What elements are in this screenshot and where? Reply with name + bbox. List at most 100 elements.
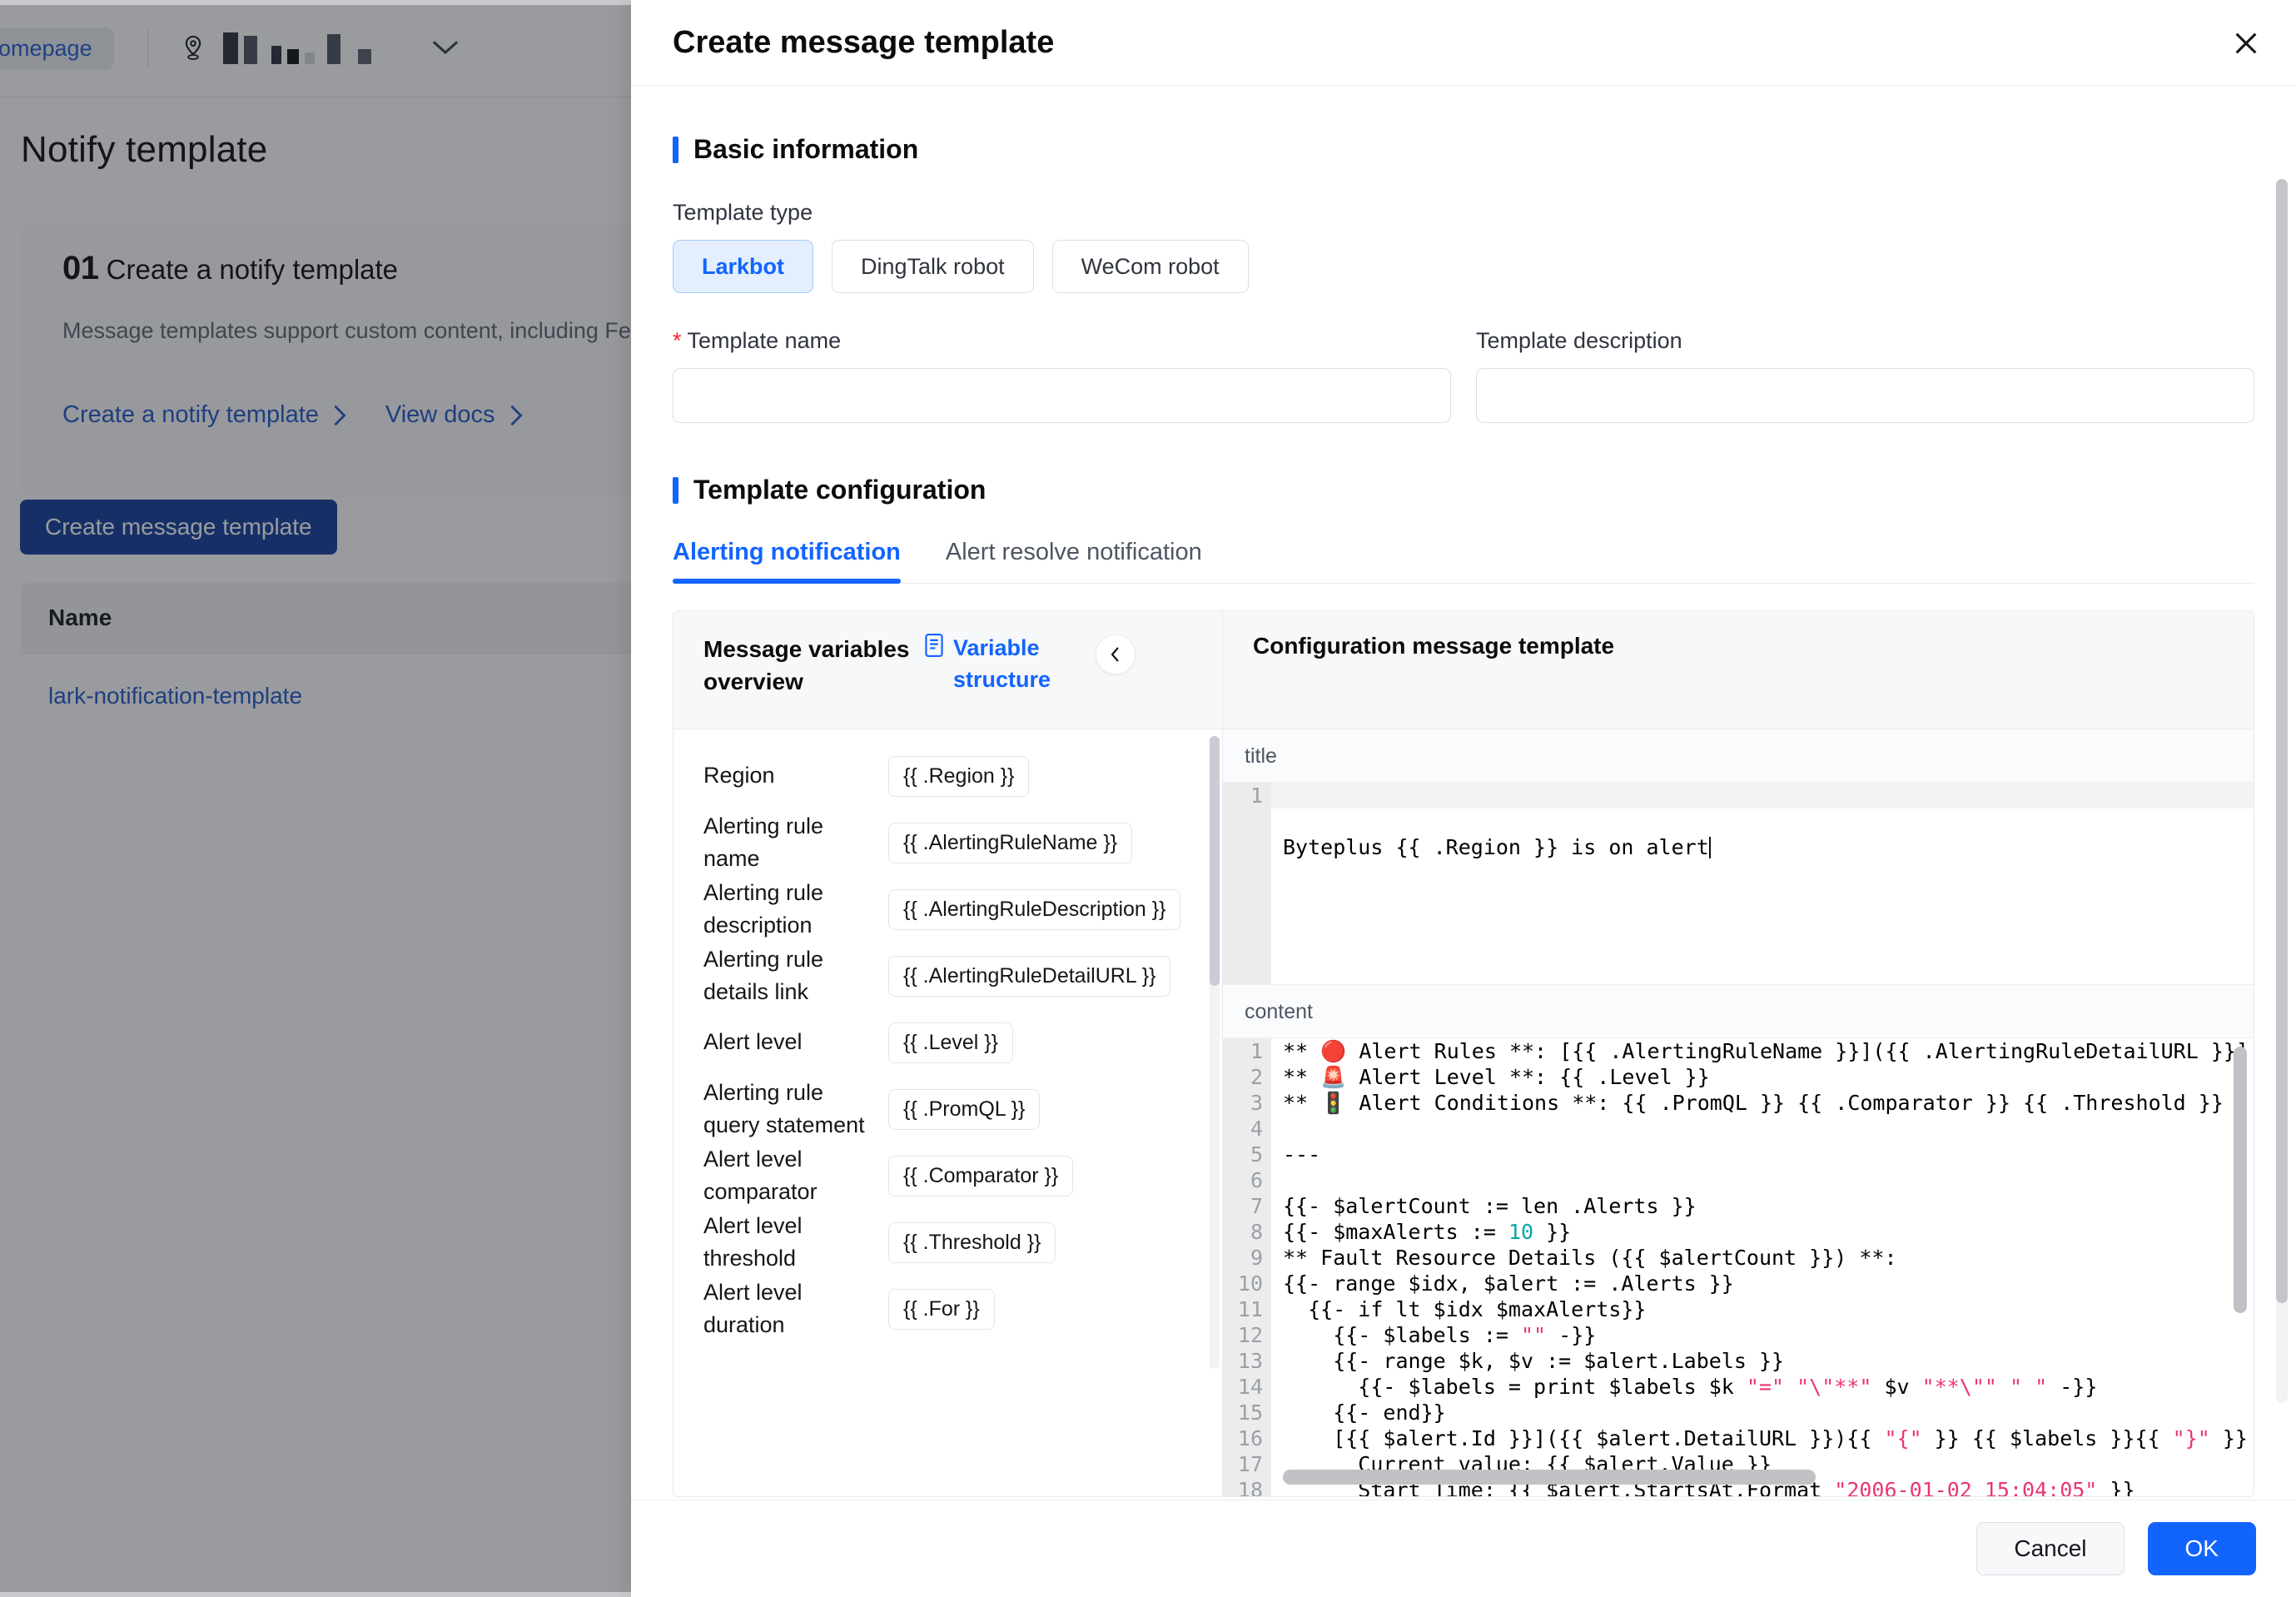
variable-token[interactable]: {{ .PromQL }} [888, 1088, 1041, 1130]
code-line: ** 🚨 Alert Level **: {{ .Level }} [1283, 1065, 1710, 1089]
variable-token[interactable]: {{ .Region }} [888, 755, 1030, 797]
content-editor-lines: ** 🔴 Alert Rules **: [{{ .AlertingRuleNa… [1271, 1038, 2254, 1496]
line-number: 17 [1237, 1452, 1263, 1476]
line-number: 12 [1237, 1323, 1263, 1347]
content-editor-label: content [1223, 985, 2254, 1038]
variable-label: Alert level duration [703, 1279, 803, 1337]
code-line: ** 🔴 Alert Rules **: [{{ .AlertingRuleNa… [1283, 1039, 2249, 1063]
variable-label: Alerting rule name [703, 813, 824, 871]
line-number: 13 [1237, 1349, 1263, 1373]
code-line: {{- $labels = print $labels $k "=" "\"**… [1283, 1375, 2098, 1399]
template-type-wecom-robot[interactable]: WeCom robot [1051, 240, 1249, 293]
line-number: 11 [1237, 1297, 1263, 1321]
template-name-input[interactable] [673, 368, 1451, 423]
code-line: {{- if lt $idx $maxAlerts}} [1283, 1297, 1647, 1321]
template-type-larkbot[interactable]: Larkbot [673, 240, 814, 293]
variable-token[interactable]: {{ .For }} [888, 1288, 995, 1330]
variable-token[interactable]: {{ .AlertingRuleDescription }} [888, 888, 1181, 930]
title-editor-label: title [1223, 729, 2254, 783]
text-cursor [1708, 837, 1711, 858]
list-item: Alert level {{ .Level }} [673, 1009, 1222, 1076]
variable-label: Alerting rule details link [703, 946, 824, 1004]
configuration-template-pane: Configuration message template title 1 B… [1223, 611, 2254, 1496]
template-description-input[interactable] [1476, 368, 2254, 423]
list-item: Alerting rule query statement {{ .PromQL… [673, 1076, 1222, 1142]
line-number: 10 [1237, 1271, 1263, 1296]
cancel-button[interactable]: Cancel [1976, 1522, 2125, 1575]
title-editor-gutter: 1 [1223, 783, 1271, 984]
variable-structure-label: Variable structure [953, 635, 1051, 692]
line-number: 15 [1237, 1400, 1263, 1425]
code-line: {{- range $idx, $alert := .Alerts }} [1283, 1271, 1734, 1296]
modal-header: Create message template [631, 0, 2296, 86]
title-editor[interactable]: 1 Byteplus {{ .Region }} is on alert [1223, 783, 2254, 985]
list-item: Region {{ .Region }} [673, 743, 1222, 809]
list-item: Alert level duration {{ .For }} [673, 1276, 1222, 1342]
line-number: 7 [1250, 1194, 1263, 1218]
variable-token[interactable]: {{ .AlertingRuleName }} [888, 822, 1133, 863]
line-number: 16 [1237, 1426, 1263, 1450]
code-line: ** 🚦 Alert Conditions **: {{ .PromQL }} … [1283, 1091, 2249, 1115]
variable-label: Alerting rule query statement [703, 1079, 865, 1137]
variable-label: Alert level threshold [703, 1212, 803, 1271]
section-basic-information: Basic information [673, 134, 2254, 165]
line-number: 5 [1250, 1142, 1263, 1167]
line-number: 3 [1250, 1091, 1263, 1115]
variables-scrollbar[interactable] [1210, 736, 1220, 1369]
variable-token[interactable]: {{ .Comparator }} [888, 1155, 1074, 1197]
title-editor-lines: Byteplus {{ .Region }} is on alert [1271, 783, 2254, 984]
list-item: Alert level threshold {{ .Threshold }} [673, 1209, 1222, 1276]
modal-overlay[interactable] [0, 0, 633, 1597]
variable-token[interactable]: {{ .Level }} [888, 1022, 1014, 1063]
variable-token[interactable]: {{ .Threshold }} [888, 1221, 1056, 1263]
content-editor[interactable]: 12345678910111213141516171819 ** 🔴 Alert… [1223, 1038, 2254, 1496]
line-number: 1 [1250, 1039, 1263, 1063]
code-line: {{- $labels := "" -}} [1283, 1323, 1597, 1347]
close-icon[interactable] [2226, 23, 2266, 63]
template-type-label: Template type [673, 200, 813, 225]
ok-button[interactable]: OK [2147, 1522, 2256, 1575]
modal-body: Basic information Template type Larkbot … [631, 86, 2296, 1500]
list-item: Alert level comparator {{ .Comparator }} [673, 1142, 1222, 1209]
template-type-group: Template type Larkbot DingTalk robot WeC… [673, 200, 2254, 293]
variable-label: Region [703, 763, 775, 789]
line-number: 6 [1250, 1168, 1263, 1192]
variable-label: Alerting rule description [703, 879, 824, 938]
modal-scrollbar[interactable] [2276, 179, 2288, 1403]
modal-footer: Cancel OK [631, 1500, 2296, 1597]
line-number: 4 [1250, 1117, 1263, 1141]
list-item: Alerting rule name {{ .AlertingRuleName … [673, 809, 1222, 876]
list-item: Alerting rule details link {{ .AlertingR… [673, 943, 1222, 1009]
modal-title: Create message template [673, 24, 1055, 60]
code-line: {{- $maxAlerts := 10 }} [1283, 1220, 1572, 1244]
template-description-label: Template description [1476, 328, 1682, 353]
code-line: --- [1283, 1142, 1321, 1167]
content-horizontal-scrollbar[interactable] [1283, 1470, 2165, 1485]
tab-alerting-notification[interactable]: Alerting notification [673, 539, 901, 584]
variable-label: Alert level [703, 1029, 803, 1055]
line-number: 8 [1250, 1220, 1263, 1244]
tab-alert-resolve-notification[interactable]: Alert resolve notification [946, 539, 1202, 583]
template-name-label: Template name [673, 328, 1451, 354]
line-number: 9 [1250, 1246, 1263, 1270]
document-icon [923, 633, 945, 696]
message-variables-list[interactable]: Region {{ .Region }} Alerting rule name … [673, 729, 1222, 1496]
content-vertical-scrollbar[interactable] [2234, 1047, 2247, 1496]
variable-label: Alert level comparator [703, 1146, 818, 1204]
variable-structure-link[interactable]: Variable structure [923, 633, 1077, 696]
code-line: {{- end}} [1283, 1400, 1446, 1425]
config-tabs: Alerting notification Alert resolve noti… [673, 539, 2254, 584]
code-line: [{{ $alert.Id }}]({{ $alert.DetailURL }}… [1283, 1426, 2248, 1450]
config-panes: Message variables overview Variable stru… [673, 610, 2254, 1497]
template-name-group: Template name [673, 328, 1451, 423]
code-line: {{- $alertCount := len .Alerts }} [1283, 1194, 1697, 1218]
variable-token[interactable]: {{ .AlertingRuleDetailURL }} [888, 955, 1171, 997]
content-editor-gutter: 12345678910111213141516171819 [1223, 1038, 1271, 1496]
code-line: {{- range $k, $v := $alert.Labels }} [1283, 1349, 1785, 1373]
chevron-left-icon[interactable] [1096, 634, 1136, 674]
template-type-dingtalk-robot[interactable]: DingTalk robot [832, 240, 1034, 293]
message-variables-pane: Message variables overview Variable stru… [673, 611, 1223, 1496]
line-number: 18 [1237, 1478, 1263, 1496]
